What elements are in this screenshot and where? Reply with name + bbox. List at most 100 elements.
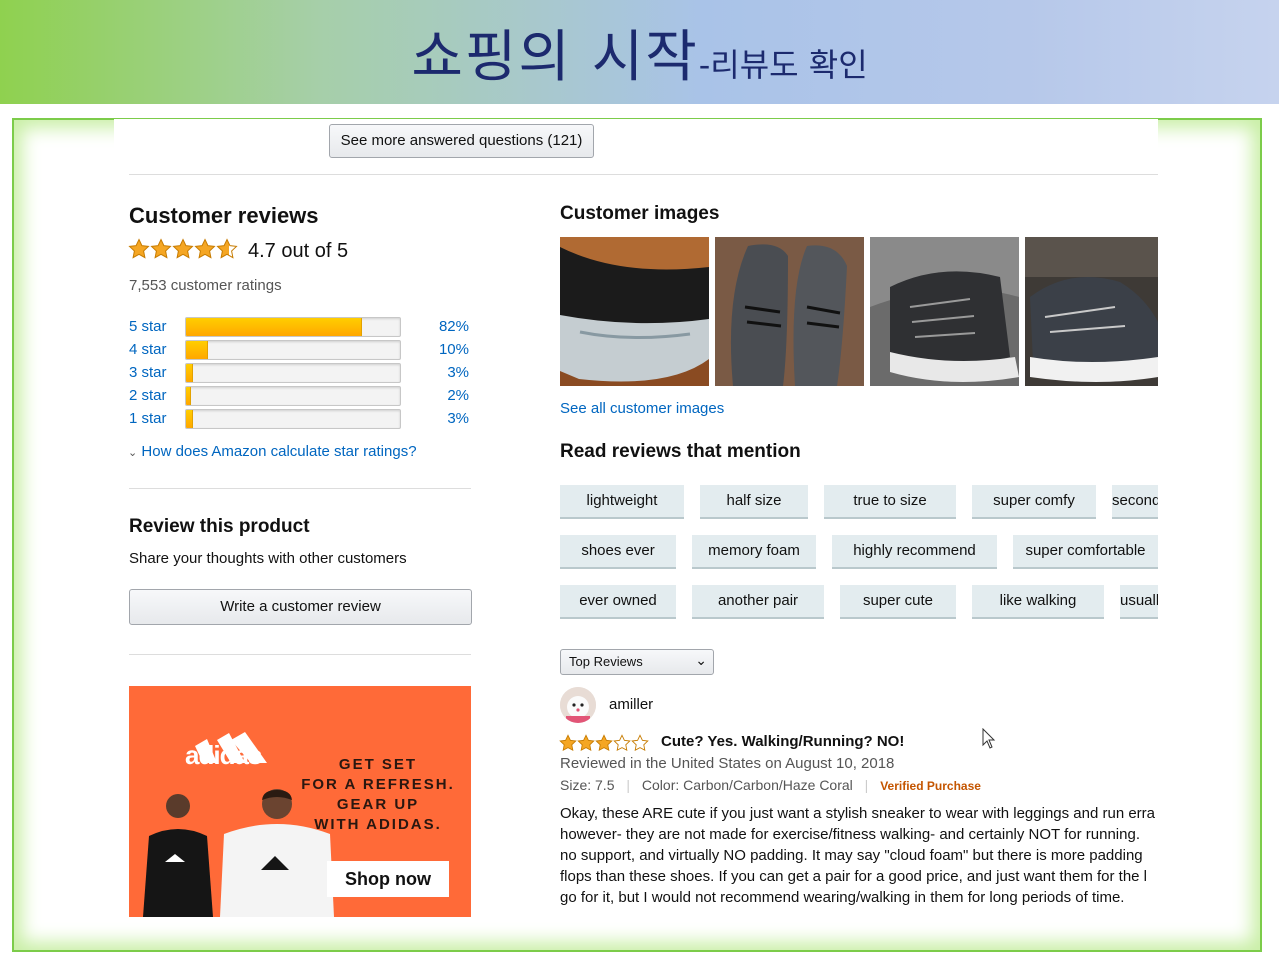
slide-title-banner: 쇼핑의 시작-리뷰도 확인 — [0, 0, 1279, 104]
mention-chip[interactable]: memory foam — [692, 535, 816, 567]
shoe-worn-photo-icon — [1025, 237, 1158, 386]
review-body-line: however- they are not made for exercise/… — [560, 826, 1140, 843]
review-color: Color: Carbon/Carbon/Haze Coral — [641, 777, 853, 793]
ad-brand-name: adidas — [185, 740, 262, 770]
customer-image-4[interactable] — [1025, 237, 1158, 386]
mention-chip[interactable]: super comfortable — [1013, 535, 1158, 567]
shoe-sole-photo-icon — [560, 237, 709, 386]
chevron-down-icon: ⌄ — [128, 447, 138, 459]
histogram-row[interactable]: 3 star 3% — [129, 363, 469, 383]
mention-chip[interactable]: like walking — [972, 585, 1104, 617]
histogram-bar-fill — [186, 318, 363, 336]
histogram-star-label[interactable]: 3 star — [129, 364, 167, 381]
sort-select[interactable]: Top Reviews ⌄ — [560, 649, 714, 675]
mention-chip[interactable]: super cute — [840, 585, 956, 617]
verified-purchase-badge: Verified Purchase — [880, 779, 981, 793]
customer-image-2[interactable] — [715, 237, 864, 386]
review-this-product-subtext: Share your thoughts with other customers — [129, 550, 407, 567]
mention-chip[interactable]: another pair — [692, 585, 824, 617]
divider — [129, 488, 471, 489]
histogram-row[interactable]: 1 star 3% — [129, 409, 469, 429]
ratings-count: 7,553 customer ratings — [129, 277, 282, 294]
review-body-line: go for it, but I would not recommend wea… — [560, 889, 1125, 906]
see-more-questions-button[interactable]: See more answered questions (121) — [329, 124, 594, 158]
ad-headline-line: WITH ADIDAS. — [314, 816, 442, 833]
histogram-percent[interactable]: 3% — [447, 364, 469, 381]
review-title[interactable]: Cute? Yes. Walking/Running? NO! — [661, 733, 904, 750]
mention-chip[interactable]: second pair — [1112, 485, 1158, 517]
mention-chip[interactable]: shoes ever — [560, 535, 676, 567]
review-body-line: flops than these shoes. If you can get a… — [560, 868, 1148, 885]
see-all-customer-images-link[interactable]: See all customer images — [560, 400, 724, 417]
adidas-ad-banner[interactable]: adidas GET SET FOR A REFRESH. GEAR UP WITH … — [129, 686, 471, 917]
amazon-reviews-page: See more answered questions (121) Custom… — [114, 119, 1158, 919]
histogram-star-label[interactable]: 4 star — [129, 341, 167, 358]
histogram-percent[interactable]: 2% — [447, 387, 469, 404]
histogram-star-label[interactable]: 1 star — [129, 410, 167, 427]
histogram-bar-fill — [186, 410, 194, 428]
divider — [129, 174, 1158, 175]
mention-chip[interactable]: super comfy — [972, 485, 1096, 517]
review-body: Okay, these ARE cute if you just want a … — [560, 803, 1158, 908]
customer-image-1[interactable] — [560, 237, 709, 386]
review-stars — [559, 734, 651, 757]
review-size: Size: 7.5 — [560, 777, 615, 793]
ad-headline-line: GET SET — [338, 756, 418, 773]
histogram-bar-fill — [186, 341, 209, 359]
customer-image-3[interactable] — [870, 237, 1019, 386]
histogram-percent[interactable]: 3% — [447, 410, 469, 427]
ad-headline: GET SET FOR A REFRESH. GEAR UP WITH ADIDAS. — [299, 755, 457, 835]
divider — [129, 654, 471, 655]
histogram-bar[interactable] — [185, 340, 401, 360]
separator: | — [864, 777, 869, 793]
histogram-row[interactable]: 4 star 10% — [129, 340, 469, 360]
histogram-percent[interactable]: 82% — [439, 318, 469, 335]
avatar — [560, 687, 596, 723]
histogram-bar[interactable] — [185, 386, 401, 406]
star-rating-icon — [129, 239, 237, 259]
star-rating-icon — [559, 734, 649, 751]
shoe-side-photo-icon — [870, 237, 1019, 386]
review-author[interactable]: amiller — [609, 696, 653, 713]
ad-headline-line: GEAR UP — [336, 796, 420, 813]
mention-chip[interactable]: ever owned — [560, 585, 676, 617]
mention-chip[interactable]: true to size — [824, 485, 956, 517]
sort-select-value: Top Reviews — [569, 654, 643, 669]
histogram-bar-fill — [186, 387, 192, 405]
mouse-cursor-icon — [982, 727, 996, 755]
histogram-bar-fill — [186, 364, 194, 382]
slide-title-main: 쇼핑의 시작 — [411, 25, 699, 90]
average-rating-text: 4.7 out of 5 — [248, 240, 349, 262]
histogram-star-label[interactable]: 2 star — [129, 387, 167, 404]
review-body-line: Okay, these ARE cute if you just want a … — [560, 805, 1156, 822]
customer-images-heading: Customer images — [560, 203, 720, 224]
average-rating-stars — [128, 238, 238, 265]
read-reviews-mention-heading: Read reviews that mention — [560, 441, 801, 462]
histogram-bar[interactable] — [185, 409, 401, 429]
ad-headline-line: FOR A REFRESH. — [301, 776, 455, 793]
histogram-row[interactable]: 2 star 2% — [129, 386, 469, 406]
review-this-product-heading: Review this product — [129, 516, 310, 537]
chevron-down-icon: ⌄ — [695, 652, 707, 668]
histogram-row[interactable]: 5 star 82% — [129, 317, 469, 337]
review-body-line: no support, and virtually NO padding. It… — [560, 847, 1143, 864]
review-attributes: Size: 7.5 | Color: Carbon/Carbon/Haze Co… — [560, 777, 981, 793]
mention-chip[interactable]: lightweight — [560, 485, 684, 517]
mention-chip[interactable]: highly recommend — [832, 535, 997, 567]
mention-chip[interactable]: half size — [700, 485, 808, 517]
shoes-top-view-photo-icon — [715, 237, 864, 386]
histogram-star-label[interactable]: 5 star — [129, 318, 167, 335]
customer-reviews-heading: Customer reviews — [129, 203, 319, 228]
histogram-percent[interactable]: 10% — [439, 341, 469, 358]
histogram-bar[interactable] — [185, 317, 401, 337]
write-review-button[interactable]: Write a customer review — [129, 589, 472, 625]
how-ratings-calculated-label: How does Amazon calculate star ratings? — [141, 443, 417, 460]
histogram-bar[interactable] — [185, 363, 401, 383]
review-meta: Reviewed in the United States on August … — [560, 755, 895, 772]
separator: | — [626, 777, 631, 793]
how-ratings-calculated-link[interactable]: ⌄ How does Amazon calculate star ratings… — [128, 443, 417, 460]
dog-avatar-icon — [560, 687, 596, 723]
shop-now-button[interactable]: Shop now — [327, 861, 449, 897]
mention-chip[interactable]: usually wear — [1120, 585, 1158, 617]
slide-title-sub: -리뷰도 확인 — [698, 46, 868, 84]
